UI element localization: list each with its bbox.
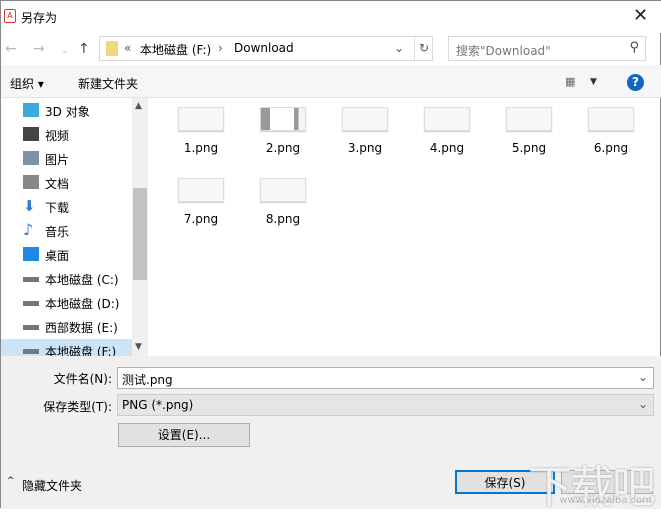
file-item[interactable]: 3.png: [330, 107, 400, 155]
settings-button[interactable]: 设置(E)...: [118, 423, 250, 447]
desktop-icon: [23, 247, 39, 261]
overflow-chevron[interactable]: «: [124, 41, 131, 55]
nav-item-label: 文档: [45, 177, 70, 191]
nav-item-label: 本地磁盘 (D:): [45, 297, 120, 311]
file-item[interactable]: 2.png: [248, 107, 318, 155]
file-name: 5.png: [511, 141, 547, 155]
file-item[interactable]: 5.png: [494, 107, 564, 155]
chevron-down-icon[interactable]: ⌄: [394, 41, 404, 55]
picture-icon: [23, 151, 39, 165]
nav-item[interactable]: 本地磁盘 (C:): [1, 267, 132, 291]
image-thumbnail: [342, 107, 388, 131]
file-item[interactable]: 7.png: [166, 178, 236, 226]
view-options-icon[interactable]: ▦: [565, 75, 575, 88]
file-item[interactable]: 4.png: [412, 107, 482, 155]
file-item[interactable]: 8.png: [248, 178, 318, 226]
filename-input[interactable]: 测试.png ⌄: [117, 367, 654, 389]
chevron-down-icon[interactable]: ⌄: [638, 397, 648, 411]
filetype-label: 保存类型(T):: [43, 400, 112, 414]
file-name: 3.png: [347, 141, 383, 155]
file-name: 7.png: [183, 212, 219, 226]
refresh-icon[interactable]: ↻: [414, 37, 429, 60]
nav-item-label: 图片: [45, 153, 70, 167]
filetype-value: PNG (*.png): [122, 398, 194, 412]
nav-item-label: 本地磁盘 (F:): [45, 345, 117, 356]
file-item[interactable]: 6.png: [576, 107, 646, 155]
up-icon[interactable]: ↑: [78, 41, 90, 57]
app-icon: A: [4, 9, 16, 23]
nav-item-label: 下载: [45, 201, 70, 215]
recent-dropdown-icon[interactable]: ⌄: [61, 46, 69, 56]
window-title: 另存为: [21, 11, 58, 25]
drive-icon: [23, 325, 39, 330]
organize-button[interactable]: 组织 ▾: [10, 75, 44, 92]
chevron-down-icon[interactable]: ⌄: [638, 370, 648, 384]
nav-item[interactable]: 图片: [1, 147, 132, 171]
music-icon: ♪: [23, 220, 34, 239]
image-thumbnail: [260, 178, 306, 202]
filename-value: 测试.png: [122, 373, 173, 387]
nav-item[interactable]: ♪ 音乐: [1, 219, 132, 243]
nav-scrollbar-thumb[interactable]: [133, 188, 147, 280]
nav-item[interactable]: 视频: [1, 123, 132, 147]
file-item[interactable]: 1.png: [166, 107, 236, 155]
file-name: 1.png: [183, 141, 219, 155]
nav-item[interactable]: 西部数据 (E:): [1, 315, 132, 339]
nav-item-label: 桌面: [45, 249, 70, 263]
breadcrumb-separator[interactable]: ›: [218, 41, 223, 55]
nav-item[interactable]: 文档: [1, 171, 132, 195]
close-icon[interactable]: ✕: [633, 5, 648, 26]
new-folder-button[interactable]: 新建文件夹: [78, 75, 138, 92]
nav-item-label: 音乐: [45, 225, 70, 239]
folder-icon: [106, 41, 118, 56]
view-dropdown-icon[interactable]: ▼: [590, 77, 597, 87]
search-input[interactable]: 搜索"Download" ⚲: [448, 36, 646, 61]
drive-icon: [23, 301, 39, 306]
scroll-up-icon[interactable]: ▲: [135, 101, 142, 111]
image-thumbnail: [178, 178, 224, 202]
image-thumbnail: [424, 107, 470, 131]
title-bar: A 另存为 ✕: [1, 1, 661, 33]
filename-label: 文件名(N):: [53, 372, 112, 386]
search-placeholder: 搜索"Download": [456, 44, 551, 58]
toolbar: 组织 ▾ 新建文件夹 ▦ ▼: [1, 65, 661, 98]
nav-item[interactable]: ⬇ 下载: [1, 195, 132, 219]
document-icon: [23, 175, 39, 189]
video-icon: [23, 127, 39, 141]
nav-item[interactable]: 本地磁盘 (D:): [1, 291, 132, 315]
address-bar[interactable]: « 本地磁盘 (F:) › Download ⌄ ↻: [99, 36, 433, 61]
nav-item[interactable]: 桌面: [1, 243, 132, 267]
image-thumbnail: [506, 107, 552, 131]
file-list: 1.png 2.png 3.png 4.png 5.png 6.png 7.png 8.png: [148, 98, 661, 356]
nav-item-label: 3D 对象: [45, 105, 90, 119]
search-icon[interactable]: ⚲: [629, 40, 639, 55]
scroll-down-icon[interactable]: ▼: [135, 342, 142, 352]
help-icon[interactable]: ?: [627, 74, 644, 91]
navigation-pane: 3D 对象视频图片文档 ⬇ 下载 ♪ 音乐桌面本地磁盘 (C:) 本地磁盘 (D:) 西部数…: [1, 98, 148, 356]
cube-icon: [23, 103, 39, 117]
image-thumbnail: [178, 107, 224, 131]
filetype-select[interactable]: PNG (*.png) ⌄: [117, 394, 654, 416]
breadcrumb-folder[interactable]: Download: [234, 41, 294, 55]
back-icon[interactable]: ←: [5, 41, 17, 57]
file-name: 8.png: [265, 212, 301, 226]
watermark-url: www.xiazaiba.com: [559, 495, 652, 506]
drive-icon: [23, 349, 39, 354]
download-icon: ⬇: [23, 197, 36, 215]
hide-folders-toggle[interactable]: 隐藏文件夹: [22, 477, 82, 494]
nav-item-label: 视频: [45, 129, 70, 143]
breadcrumb-drive[interactable]: 本地磁盘 (F:): [140, 41, 211, 58]
file-name: 6.png: [593, 141, 629, 155]
nav-item[interactable]: 本地磁盘 (F:): [1, 339, 132, 356]
nav-item-label: 西部数据 (E:): [45, 321, 118, 335]
nav-item-label: 本地磁盘 (C:): [45, 273, 119, 287]
forward-icon[interactable]: →: [33, 41, 45, 57]
drive-icon: [23, 277, 39, 282]
file-name: 4.png: [429, 141, 465, 155]
image-thumbnail: [588, 107, 634, 131]
file-name: 2.png: [265, 141, 301, 155]
image-thumbnail: [260, 107, 306, 131]
nav-item[interactable]: 3D 对象: [1, 99, 132, 123]
chevron-up-icon[interactable]: ^: [7, 476, 15, 486]
